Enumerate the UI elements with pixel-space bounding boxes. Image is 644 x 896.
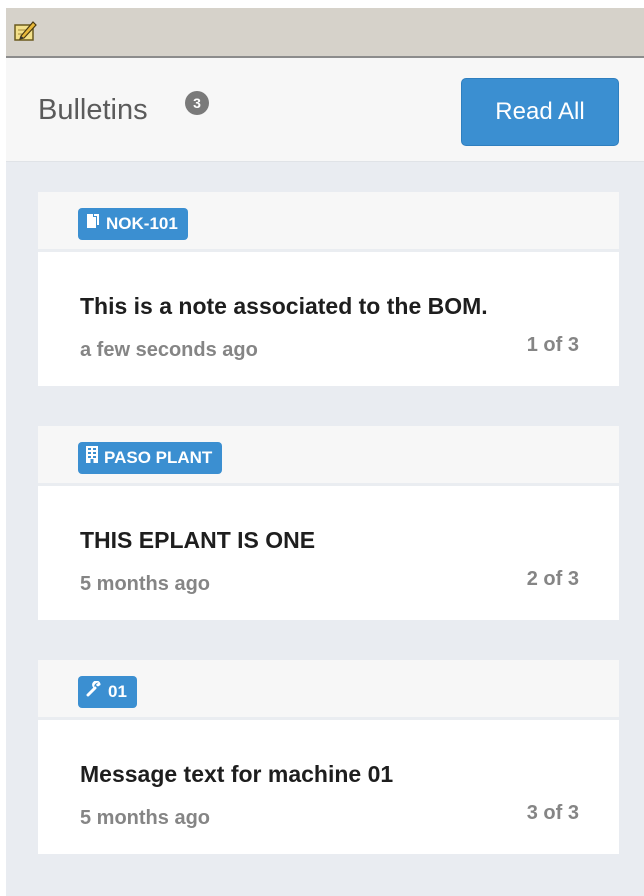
edit-pencil-icon: [13, 19, 37, 43]
read-all-button[interactable]: Read All: [461, 78, 619, 146]
bulletin-position: 1 of 3: [526, 334, 579, 356]
bulletin-position: 2 of 3: [526, 568, 579, 590]
wrench-icon: [86, 676, 108, 708]
bulletin-count-badge: 3: [185, 91, 209, 115]
bulletin-tag-label: 01: [108, 682, 127, 701]
document-icon: [86, 208, 106, 240]
bulletin-tag[interactable]: PASO PLANT: [78, 442, 223, 474]
bulletin-tag-label: PASO PLANT: [104, 448, 213, 467]
bulletin-time: 5 months ago: [80, 807, 211, 829]
title-bar: [6, 8, 644, 58]
building-icon: [86, 442, 104, 474]
page-title: Bulletins: [38, 94, 148, 126]
bulletin-card-header: 01: [38, 660, 619, 720]
bulletin-time: 5 months ago: [80, 573, 211, 595]
bulletin-card[interactable]: NOK-101 This is a note associated to the…: [38, 192, 619, 386]
bulletin-card[interactable]: PASO PLANT THIS EPLANT IS ONE 5 months a…: [38, 426, 619, 620]
bulletins-panel: Bulletins 3 Read All NOK-101 This is a n…: [6, 58, 644, 896]
bulletin-tag-label: NOK-101: [106, 214, 178, 233]
bulletin-card[interactable]: 01 Message text for machine 01 5 months …: [38, 660, 619, 854]
bulletin-card-header: PASO PLANT: [38, 426, 619, 486]
bulletin-tag[interactable]: 01: [78, 676, 137, 708]
top-strip: [0, 0, 644, 8]
bulletin-message: This is a note associated to the BOM.: [80, 293, 488, 319]
bulletin-message: THIS EPLANT IS ONE: [80, 527, 316, 553]
bulletin-card-header: NOK-101: [38, 192, 619, 252]
bulletin-position: 3 of 3: [526, 802, 579, 824]
bulletins-header: Bulletins 3 Read All: [6, 58, 644, 162]
bulletin-time: a few seconds ago: [80, 339, 258, 361]
bulletin-message: Message text for machine 01: [80, 761, 394, 787]
bulletin-tag[interactable]: NOK-101: [78, 208, 188, 240]
